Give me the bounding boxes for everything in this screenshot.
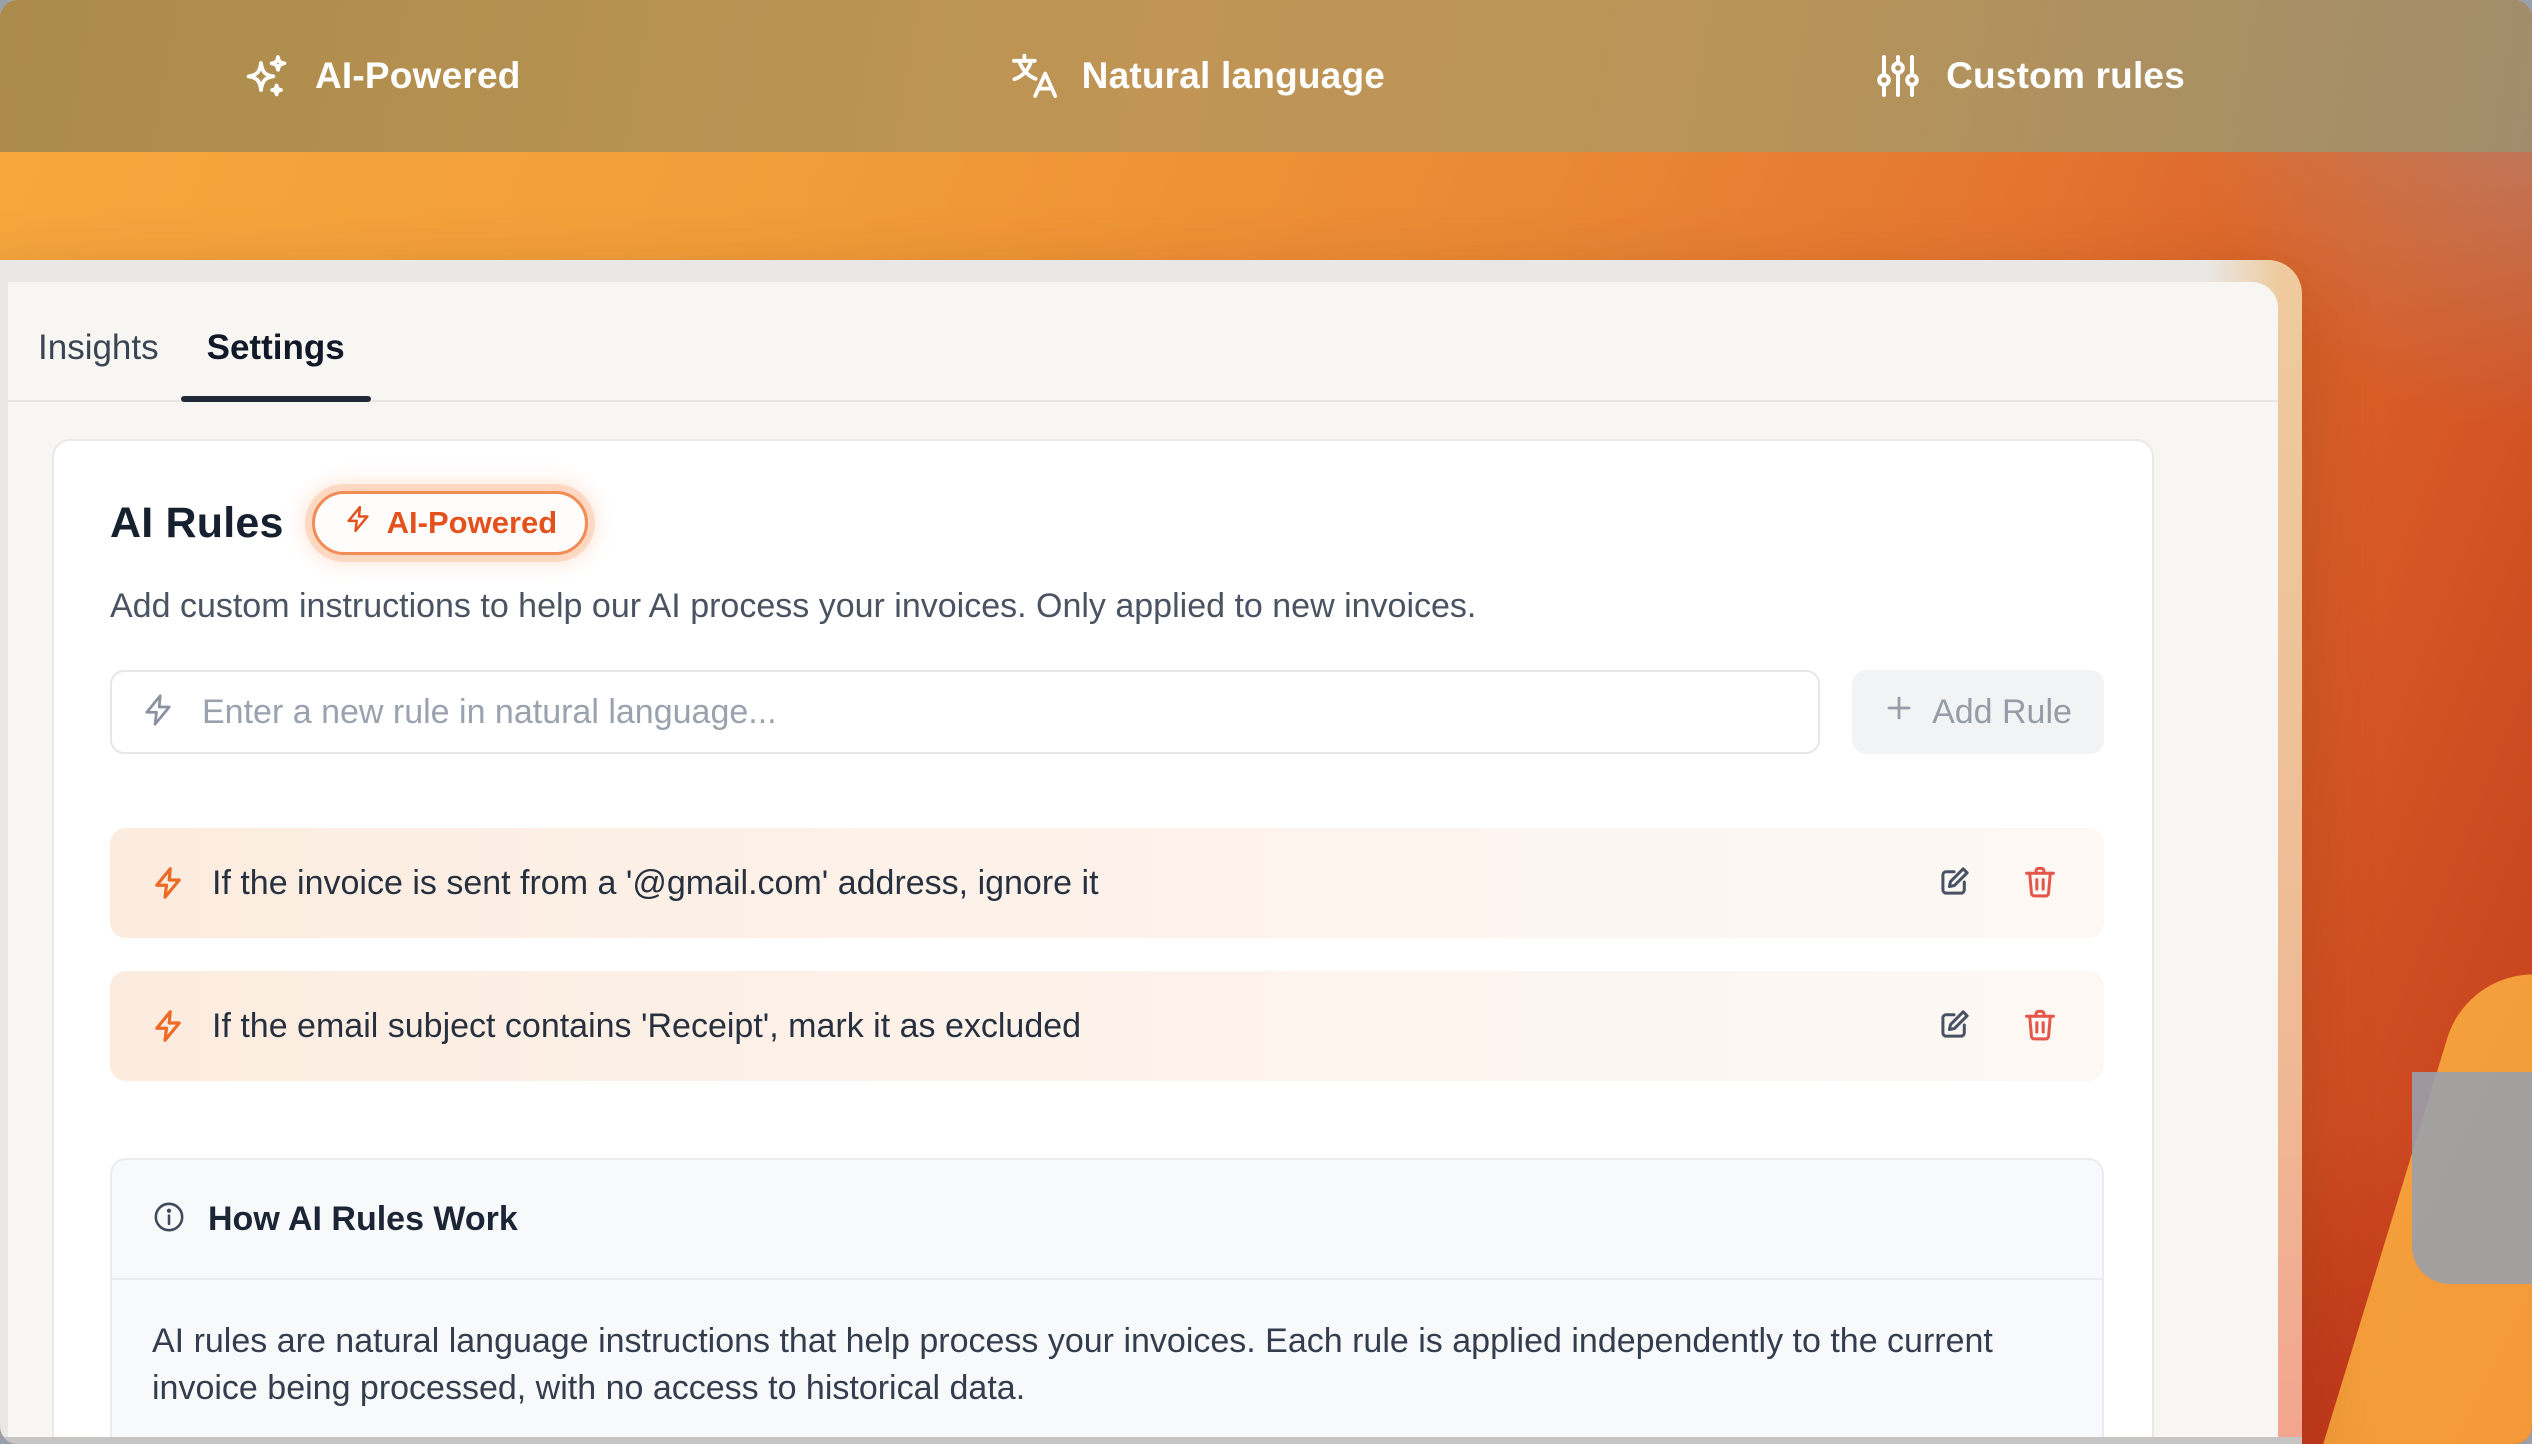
ai-powered-badge: AI-Powered	[312, 491, 589, 555]
plus-icon	[1884, 693, 1914, 732]
feature-banner: AI-Powered Natural language	[0, 0, 2532, 152]
wallpaper-gray-shape	[2412, 1072, 2532, 1284]
translate-icon	[1010, 52, 1058, 100]
rule-text: If the invoice is sent from a '@gmail.co…	[212, 864, 1908, 903]
rule-actions	[1934, 1006, 2060, 1046]
edit-icon	[1935, 1006, 1973, 1047]
feature-label: Custom rules	[1946, 55, 2185, 97]
feature-label: Natural language	[1082, 55, 1385, 97]
feature-custom-rules: Custom rules	[1874, 52, 2185, 100]
edit-icon	[1935, 863, 1973, 904]
ai-rules-card: AI Rules AI-Powered Add custom instructi…	[52, 439, 2154, 1442]
lightning-icon	[343, 504, 373, 542]
app-window-body: Insights Settings AI Rules AI-Powe	[8, 282, 2278, 1442]
info-box-body: AI rules are natural language instructio…	[112, 1280, 2102, 1442]
info-box-title: How AI Rules Work	[208, 1200, 518, 1239]
card-title: AI Rules	[110, 499, 284, 548]
rules-list: If the invoice is sent from a '@gmail.co…	[110, 828, 2104, 1081]
how-ai-rules-work-box: How AI Rules Work AI rules are natural l…	[110, 1158, 2104, 1442]
sliders-icon	[1874, 52, 1922, 100]
sparkles-icon	[243, 52, 291, 100]
card-description: Add custom instructions to help our AI p…	[110, 587, 2104, 626]
tab-bar: Insights Settings	[8, 282, 2278, 402]
rule-input-row: Add Rule	[110, 670, 2104, 754]
rule-row: If the invoice is sent from a '@gmail.co…	[110, 828, 2104, 938]
rule-input-container	[110, 670, 1820, 754]
rule-input[interactable]	[200, 671, 1790, 753]
edit-rule-button[interactable]	[1934, 863, 1974, 903]
settings-content: AI Rules AI-Powered Add custom instructi…	[8, 402, 2278, 1442]
rule-row: If the email subject contains 'Receipt',…	[110, 971, 2104, 1081]
tab-settings[interactable]: Settings	[207, 328, 345, 400]
lightning-icon	[140, 692, 176, 733]
info-box-header: How AI Rules Work	[112, 1160, 2102, 1280]
lightning-icon	[150, 1008, 186, 1044]
delete-rule-button[interactable]	[2020, 1006, 2060, 1046]
feature-ai-powered: AI-Powered	[243, 52, 521, 100]
edit-rule-button[interactable]	[1934, 1006, 1974, 1046]
info-icon	[152, 1200, 186, 1239]
feature-natural-language: Natural language	[1010, 52, 1385, 100]
add-rule-button[interactable]: Add Rule	[1852, 670, 2104, 754]
delete-rule-button[interactable]	[2020, 863, 2060, 903]
card-title-row: AI Rules AI-Powered	[110, 491, 2104, 555]
badge-label: AI-Powered	[387, 505, 558, 541]
rule-text: If the email subject contains 'Receipt',…	[212, 1007, 1908, 1046]
lightning-icon	[150, 865, 186, 901]
tab-insights[interactable]: Insights	[38, 328, 159, 400]
trash-icon	[2021, 863, 2059, 904]
feature-label: AI-Powered	[315, 55, 521, 97]
trash-icon	[2021, 1006, 2059, 1047]
app-window: Insights Settings AI Rules AI-Powe	[0, 260, 2302, 1444]
rule-actions	[1934, 863, 2060, 903]
screenshot-root: AI-Powered Natural language	[0, 0, 2532, 1444]
window-bottom-edge	[0, 1437, 2302, 1444]
add-rule-label: Add Rule	[1932, 693, 2072, 732]
